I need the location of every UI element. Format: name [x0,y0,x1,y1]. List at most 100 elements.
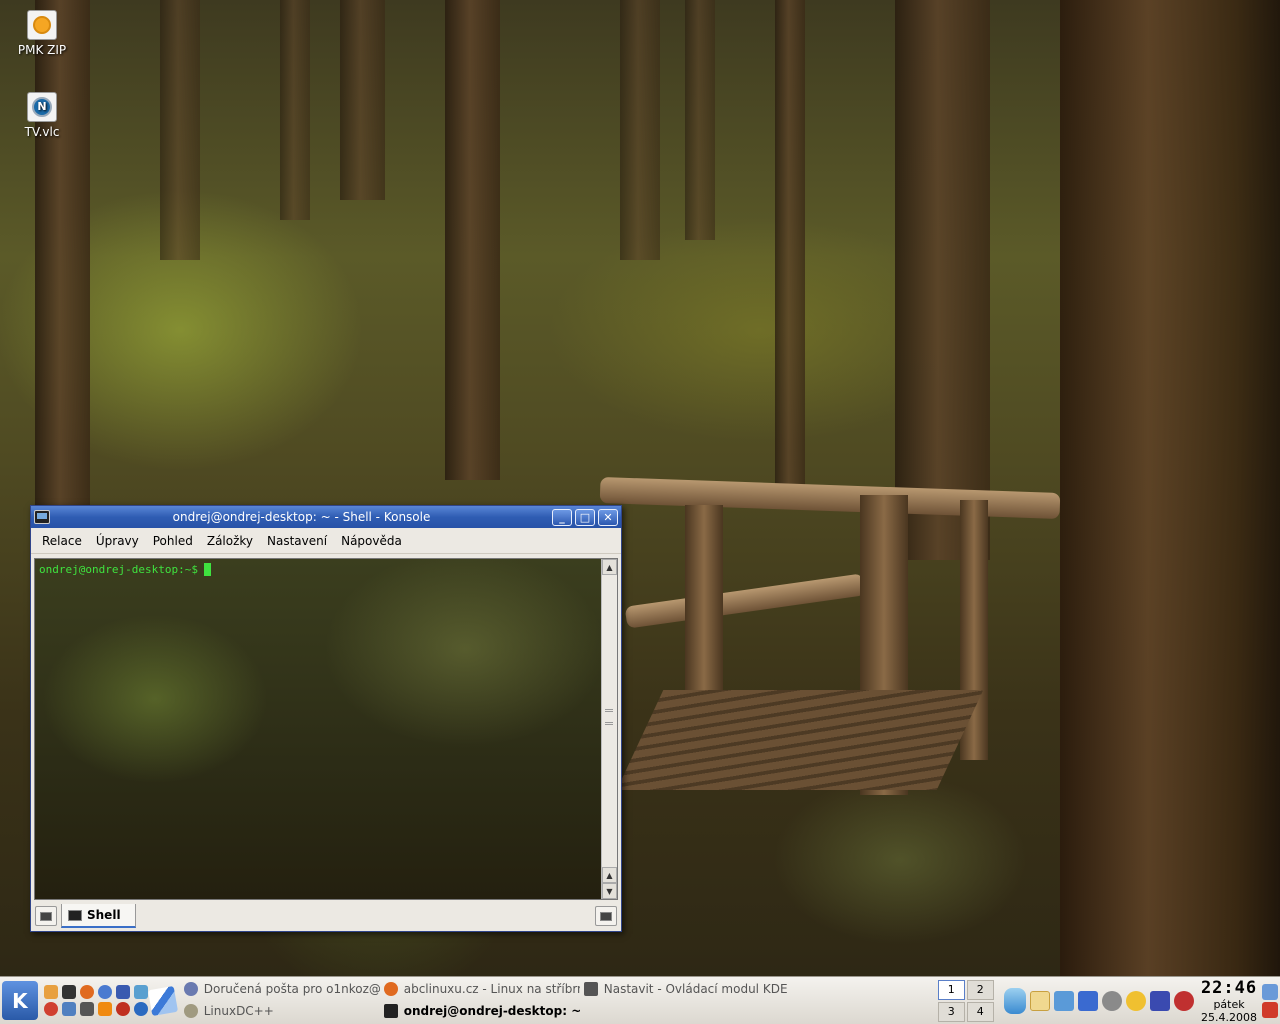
session-tab-bar: Shell [31,901,621,931]
wallpaper-tree [685,0,715,240]
close-session-button[interactable] [595,906,617,926]
tux-icon[interactable] [1125,990,1146,1011]
bridge-rail [624,573,866,629]
lifebuoy-icon[interactable] [43,1002,58,1016]
terminal-cursor [203,563,211,576]
task-item-mail[interactable]: Doručená pošta pro o1nkoz@c... [180,978,380,1000]
wallpaper-tree [340,0,385,200]
logout-icon[interactable] [1262,1001,1279,1018]
firefox-icon[interactable] [79,985,94,999]
linuxdcpp-icon [183,1004,198,1018]
konsole-icon [383,1004,398,1018]
minimize-button[interactable]: _ [552,508,572,526]
desktop-icon-tv-vlc[interactable]: N TV.vlc [12,92,72,139]
opera-icon[interactable] [115,1002,130,1016]
task-label: abclinuxu.cz - Linux na stříbrn... [403,982,580,996]
pager-desktop-1[interactable]: 1 [937,980,965,1000]
calculator-icon[interactable] [115,985,130,999]
desktop-icon-pmk-zip[interactable]: PMK ZIP [12,10,72,57]
klipper-icon[interactable] [1029,990,1050,1011]
window-titlebar[interactable]: ondrej@ondrej-desktop: ~ - Shell - Konso… [31,506,621,528]
editor-icon[interactable] [61,1002,76,1016]
task-item-kcontrol[interactable]: Nastavit - Ovládací modul KDE [580,978,930,1000]
mail-client-icon [183,982,198,996]
k-menu-button[interactable]: K [2,981,38,1020]
clock[interactable]: 22:46 pátek 25.4.2008 [1198,977,1261,1024]
desktop-access-button[interactable] [146,977,180,1024]
task-item-linuxdcpp[interactable]: LinuxDC++ [180,1000,380,1022]
kde-panel: K Doručená pošta pro o1nkoz@c... abclinu… [0,976,1280,1024]
konsole-icon[interactable] [34,510,50,524]
clock-time: 22:46 [1200,977,1258,998]
maximize-button[interactable]: □ [575,508,595,526]
clock-date: 25.4.2008 [1201,1010,1258,1024]
terminal-prompt: ondrej@ondrej-desktop:~$ [39,563,198,576]
window-list-icon[interactable] [1077,990,1098,1011]
session-buttons [1260,977,1280,1024]
desktop-icon-label: TV.vlc [24,125,60,139]
task-label: Doručená pošta pro o1nkoz@c... [203,982,380,996]
task-label: LinuxDC++ [203,1004,274,1018]
menu-zalozky[interactable]: Záložky [200,534,260,548]
thunderbird-icon[interactable] [97,985,112,999]
scroll-up-arrow-icon[interactable]: ▲ [602,867,617,883]
terminal-scrollbar[interactable]: ▲ ▲ ▼ [601,559,617,899]
bluetooth-icon[interactable] [1101,990,1122,1011]
wallpaper-tree [160,0,200,260]
system-tray [994,977,1198,1024]
task-list: Doručená pošta pro o1nkoz@c... abclinuxu… [180,977,930,1024]
scroll-down-arrow-icon[interactable]: ▼ [602,883,617,899]
bridge-deck [616,690,984,790]
menu-upravy[interactable]: Úpravy [89,534,146,548]
kcontrol-icon [583,982,598,996]
pager-desktop-2[interactable]: 2 [966,980,994,1000]
menu-pohled[interactable]: Pohled [146,534,200,548]
task-item-konsole[interactable]: ondrej@ondrej-desktop: ~ [380,1000,580,1022]
wallpaper-tree [775,0,805,500]
scroll-up-arrow-icon[interactable]: ▲ [602,559,617,575]
wallpaper-tree [620,0,660,260]
wallpaper-tree [35,0,90,520]
new-session-button[interactable] [35,906,57,926]
vlc-icon[interactable] [97,1002,112,1016]
lock-screen-icon[interactable] [1262,983,1279,1000]
tab-shell[interactable]: Shell [61,904,136,928]
monitor-icon[interactable] [1149,990,1170,1011]
menu-nastaveni[interactable]: Nastavení [260,534,334,548]
konsole-window[interactable]: ondrej@ondrej-desktop: ~ - Shell - Konso… [30,505,622,932]
wallpaper-tree [895,0,990,560]
menu-napoveda[interactable]: Nápověda [334,534,409,548]
terminal-background [35,559,617,899]
close-button[interactable]: ✕ [598,508,618,526]
task-label: ondrej@ondrej-desktop: ~ [403,1004,580,1018]
task-item-firefox[interactable]: abclinuxu.cz - Linux na stříbrn... [380,978,580,1000]
wand-icon [147,985,178,1016]
desktop-icon-label: PMK ZIP [17,43,67,57]
wallpaper-tree [1060,0,1280,976]
bridge-rail [599,476,1061,520]
clock-day: pátek [1213,997,1245,1011]
pager-desktop-3[interactable]: 3 [937,1002,965,1022]
scrollbar-grip-icon[interactable] [605,709,613,725]
tray-app-icon[interactable] [1053,990,1074,1011]
terminal-icon [68,909,82,921]
terminal-icon[interactable] [61,985,76,999]
terminal-line: ondrej@ondrej-desktop:~$ [39,563,211,576]
tux-icon[interactable] [79,1002,94,1016]
quick-launch [40,977,148,1024]
wallpaper-tree [280,0,310,220]
zip-archive-icon [27,10,57,40]
pager-desktop-4[interactable]: 4 [966,1002,994,1022]
vlc-playlist-icon: N [27,92,57,122]
terminal-area[interactable]: ondrej@ondrej-desktop:~$ ▲ ▲ ▼ [34,558,618,900]
update-icon[interactable] [1173,990,1194,1011]
menu-relace[interactable]: Relace [35,534,89,548]
database-icon[interactable] [1003,987,1026,1014]
new-session-icon [40,911,52,921]
wallpaper-tree [445,0,500,480]
home-icon[interactable] [43,985,58,999]
task-label: Nastavit - Ovládací modul KDE [603,982,788,996]
menu-bar: Relace Úpravy Pohled Záložky Nastavení N… [31,528,621,554]
firefox-icon [383,982,398,996]
tab-label: Shell [87,908,121,922]
